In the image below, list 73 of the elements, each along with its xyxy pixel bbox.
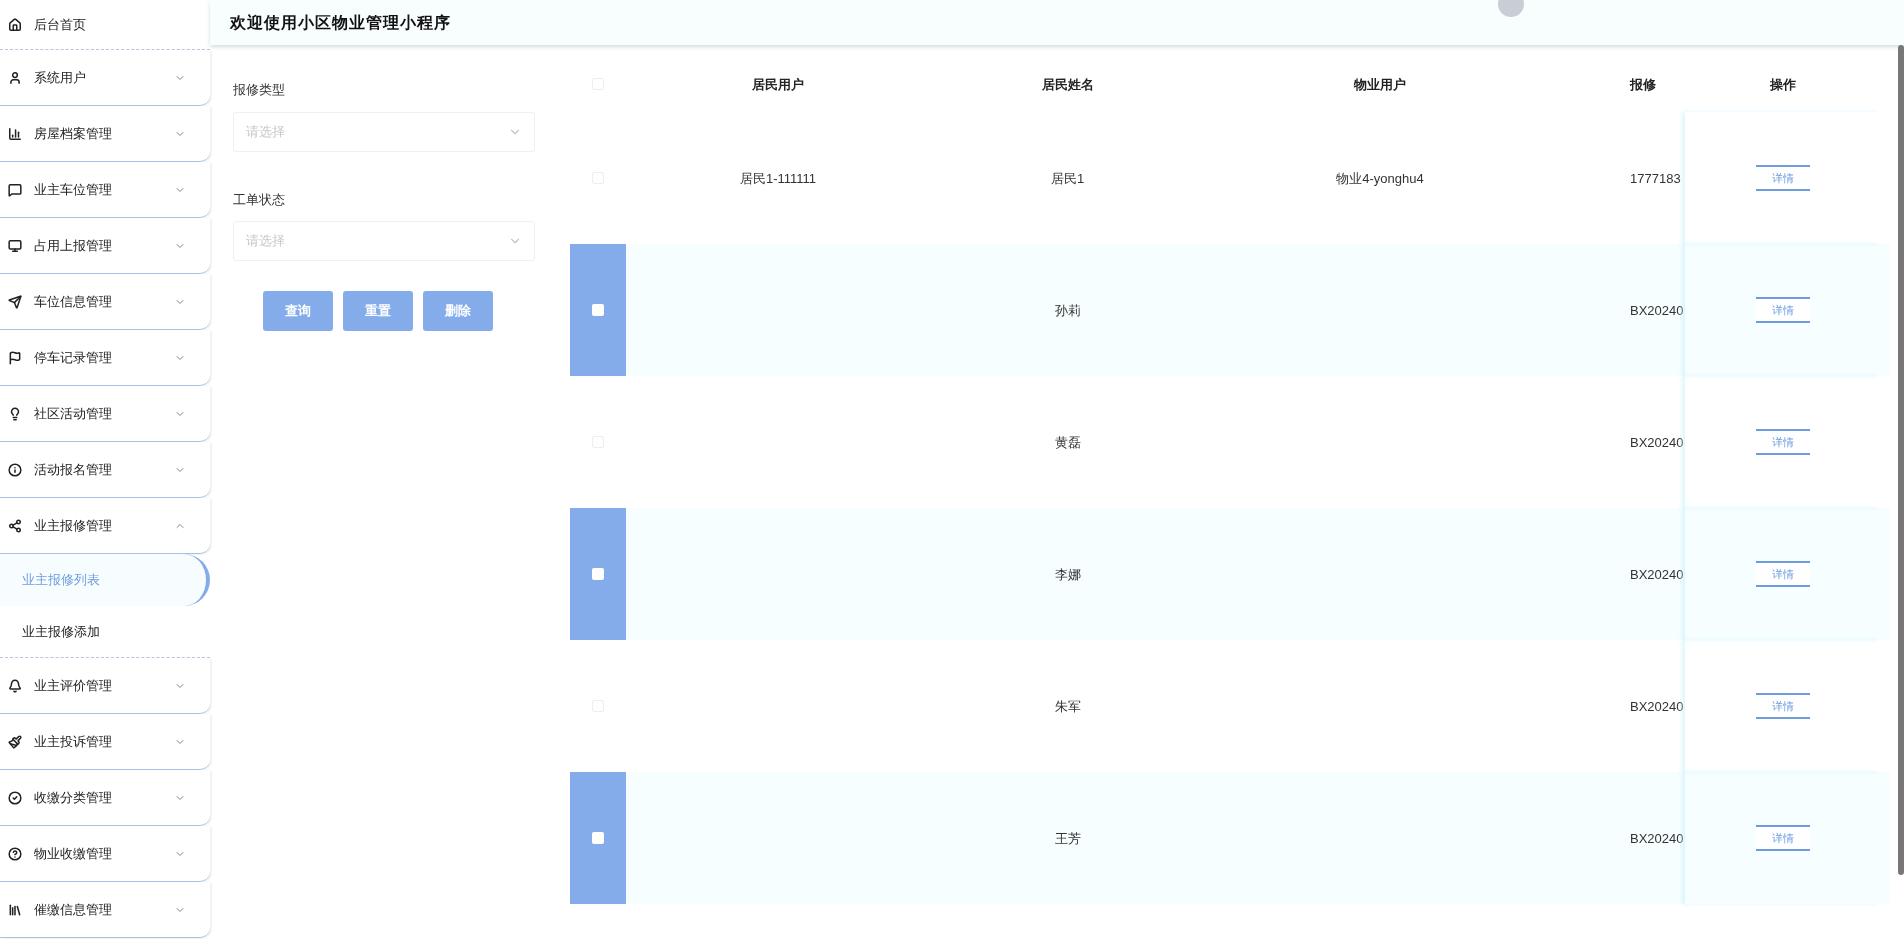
column-header: 物业用户 <box>1354 76 1406 92</box>
sidebar-item-label: 业主投诉管理 <box>34 732 113 751</box>
share-icon <box>8 518 22 533</box>
sidebar-item-label: 催缴信息管理 <box>34 900 113 919</box>
sidebar-item-label: 房屋档案管理 <box>34 124 113 143</box>
books-icon <box>8 902 22 917</box>
sidebar-item[interactable]: 系统用户 <box>0 50 210 106</box>
filter-label: 报修类型 <box>233 81 286 99</box>
column-header: 报修 <box>1630 76 1656 92</box>
table-row[interactable]: 李娜 BX20240 详情 <box>570 508 1890 640</box>
table-cell: 李娜 <box>1054 567 1081 582</box>
sidebar-item-label: 车位信息管理 <box>34 292 113 311</box>
sidebar-item-label: 业主车位管理 <box>34 180 113 199</box>
table-row[interactable]: 王芳 BX20240 详情 <box>570 772 1890 904</box>
sidebar-item-label: 业主报修管理 <box>34 516 113 535</box>
table-row[interactable]: 孙莉 BX20240 详情 <box>570 244 1890 376</box>
table-cell: 孙莉 <box>1054 303 1081 318</box>
sidebar-item[interactable]: 催缴信息管理 <box>0 882 210 938</box>
monitor-icon <box>8 238 22 253</box>
table-cell: 物业4-yonghu4 <box>1336 171 1424 186</box>
sidebar-item[interactable]: 车位信息管理 <box>0 274 210 330</box>
sidebar-item[interactable]: 业主评价管理 <box>0 658 210 714</box>
checkbox[interactable] <box>592 304 604 316</box>
paper-plane-icon <box>8 294 22 309</box>
table-cell: BX20240 <box>1630 435 1684 450</box>
sidebar-item-label: 占用上报管理 <box>34 236 113 255</box>
table-cell: 1777183 <box>1630 171 1681 186</box>
page-title: 欢迎使用小区物业管理小程序 <box>230 12 452 33</box>
paintbrush-icon <box>8 734 22 749</box>
table-cell: BX20240 <box>1630 831 1684 846</box>
sidebar-item[interactable]: 业主车位管理 <box>0 162 210 218</box>
user-icon <box>8 70 22 85</box>
lightbulb-icon <box>8 406 22 421</box>
help-circle-icon <box>8 846 22 861</box>
bar-chart-icon <box>8 126 22 141</box>
table-cell: BX20240 <box>1630 699 1684 714</box>
column-header: 居民姓名 <box>1041 76 1094 92</box>
table-cell: 朱军 <box>1054 699 1081 714</box>
table-cell: BX20240 <box>1630 567 1684 582</box>
home-icon <box>8 17 22 32</box>
checkbox[interactable] <box>592 568 604 580</box>
sidebar-item[interactable]: 房屋档案管理 <box>0 106 210 162</box>
sidebar-item[interactable]: 业主投诉管理 <box>0 714 210 770</box>
sidebar-item[interactable]: 占用上报管理 <box>0 218 210 274</box>
column-header: 操作 <box>1769 76 1796 92</box>
table-cell: 居民1 <box>1050 171 1085 186</box>
sidebar-item-label: 收缴分类管理 <box>34 788 113 807</box>
checkbox[interactable] <box>592 832 604 844</box>
bell-icon <box>8 678 22 693</box>
sidebar-item-label: 活动报名管理 <box>34 460 113 479</box>
sidebar-item[interactable]: 社区活动管理 <box>0 386 210 442</box>
sidebar-item[interactable]: 物业收缴管理 <box>0 826 210 882</box>
sidebar-item[interactable]: 业主报修管理 <box>0 498 210 554</box>
table-cell: 王芳 <box>1054 831 1081 846</box>
sidebar-item[interactable]: 活动报名管理 <box>0 442 210 498</box>
flag-icon <box>8 350 22 365</box>
sidebar-item[interactable]: 停车记录管理 <box>0 330 210 386</box>
table-cell: 居民1-111111 <box>739 171 817 186</box>
filter-label: 工单状态 <box>233 190 286 209</box>
sidebar-item-label: 物业收缴管理 <box>34 844 113 863</box>
sidebar-item[interactable]: 收缴分类管理 <box>0 770 210 826</box>
sidebar-item-label: 业主评价管理 <box>34 676 113 695</box>
sidebar-item-label: 社区活动管理 <box>34 404 113 423</box>
sidebar-item-label: 停车记录管理 <box>34 348 113 367</box>
sidebar-item-label: 后台首页 <box>34 15 87 34</box>
sidebar-item-label: 系统用户 <box>34 68 87 87</box>
chat-bubble-icon <box>8 182 22 197</box>
info-icon <box>8 462 22 477</box>
table-cell: 黄磊 <box>1054 435 1081 450</box>
scrollbar-thumb[interactable] <box>1898 45 1904 875</box>
column-header: 居民用户 <box>752 76 804 92</box>
check-circle-icon <box>8 790 22 805</box>
table-cell: BX20240 <box>1630 303 1684 318</box>
